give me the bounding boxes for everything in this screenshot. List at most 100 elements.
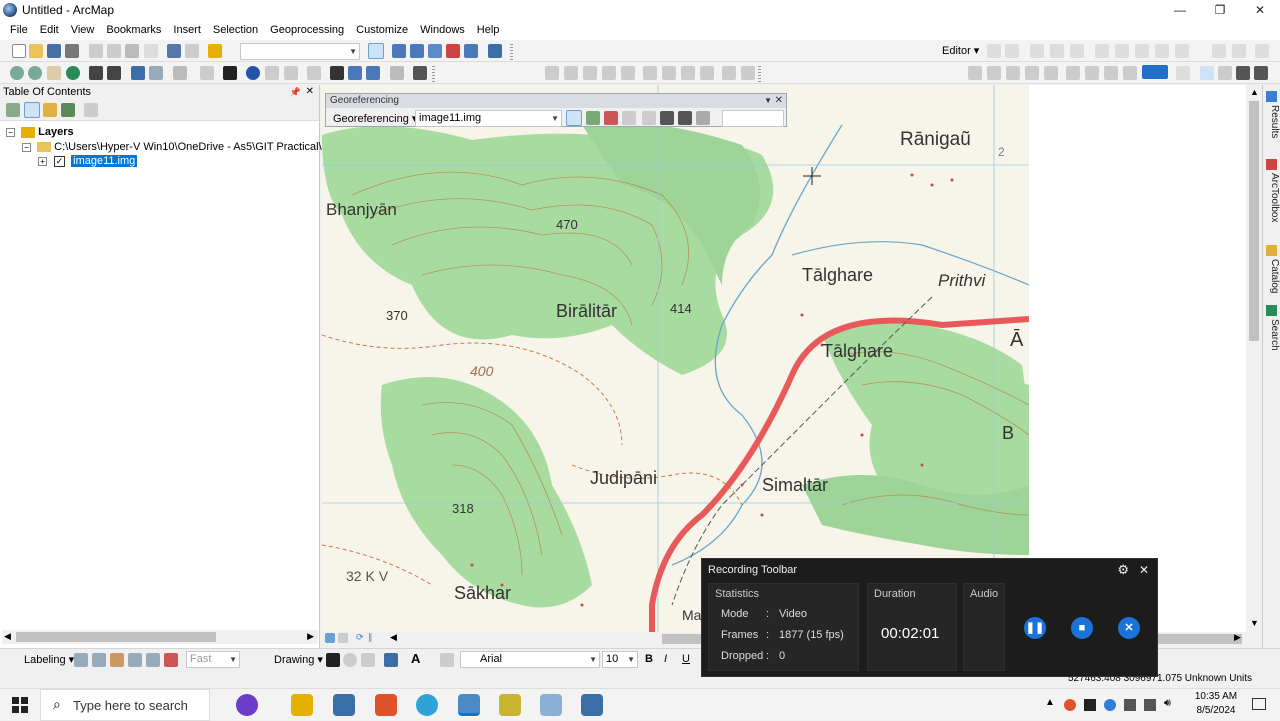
tool-c-icon[interactable] xyxy=(1006,66,1020,80)
attributes-icon[interactable] xyxy=(1135,44,1149,58)
brave-browser-icon[interactable] xyxy=(375,694,397,716)
font-family-combobox[interactable]: Arial ▼ xyxy=(460,651,600,668)
draw-select-icon[interactable] xyxy=(326,653,340,667)
sketch-properties-icon[interactable] xyxy=(1155,44,1169,58)
stop-recording-button[interactable]: ■ xyxy=(1071,617,1093,639)
folder-row[interactable]: − C:\Users\Hyper-V Win10\OneDrive - As5\… xyxy=(22,140,352,154)
editor-extra-icon[interactable] xyxy=(1212,44,1226,58)
view-unplaced-icon[interactable] xyxy=(146,653,160,667)
menu-file[interactable]: File xyxy=(4,20,34,40)
tool-g-icon[interactable] xyxy=(1085,66,1099,80)
redo-icon[interactable] xyxy=(185,44,199,58)
label-priority-icon[interactable] xyxy=(92,653,106,667)
map-view[interactable]: Rānigaũ 2 Bhanjyān 470 Tālghare Prithvi … xyxy=(322,85,1246,632)
layout-view-icon[interactable] xyxy=(325,633,335,643)
arctoolbox-tab[interactable]: ArcToolbox xyxy=(1264,157,1280,237)
fixed-zoom-in-icon[interactable] xyxy=(89,66,103,80)
view-link-table-icon[interactable] xyxy=(660,111,674,125)
toc-window-icon[interactable] xyxy=(392,44,406,58)
copy-icon[interactable] xyxy=(107,44,121,58)
draw-shape-icon[interactable] xyxy=(440,653,454,667)
clock-date[interactable]: 8/5/2024 xyxy=(1188,705,1244,716)
georef-close-icon[interactable]: ✕ xyxy=(775,94,783,108)
editor-extra2-icon[interactable] xyxy=(1232,44,1246,58)
label-manager-icon[interactable] xyxy=(74,653,88,667)
arccatalog-icon[interactable] xyxy=(540,694,562,716)
menu-view[interactable]: View xyxy=(65,20,101,40)
open-folder-icon[interactable] xyxy=(29,44,43,58)
tool-e-icon[interactable] xyxy=(1044,66,1058,80)
new-document-icon[interactable] xyxy=(12,44,26,58)
italic-button[interactable]: I xyxy=(664,653,667,665)
go-to-xy-icon[interactable] xyxy=(366,66,380,80)
tool-b-icon[interactable] xyxy=(987,66,1001,80)
add-data-icon[interactable] xyxy=(208,44,222,58)
python-icon[interactable] xyxy=(499,694,521,716)
model-builder-icon[interactable] xyxy=(488,44,502,58)
hyperlink-icon[interactable] xyxy=(265,66,279,80)
back-extent-icon[interactable] xyxy=(131,66,145,80)
find-route-icon[interactable] xyxy=(348,66,362,80)
layers-row[interactable]: − Layers xyxy=(6,125,74,139)
label-weight-icon[interactable] xyxy=(164,653,178,667)
georef-tool-10-icon[interactable] xyxy=(722,66,736,80)
split-tool-icon[interactable] xyxy=(1095,44,1109,58)
tool-l-icon[interactable] xyxy=(1236,66,1250,80)
create-features-icon[interactable] xyxy=(1175,44,1189,58)
edge-browser-icon[interactable] xyxy=(416,694,438,716)
tool-h-icon[interactable] xyxy=(1104,66,1118,80)
scroll-up-icon[interactable]: ▲ xyxy=(1250,87,1259,97)
store-icon[interactable] xyxy=(333,694,355,716)
georeferencing-menu[interactable]: Georeferencing ▾ xyxy=(333,112,417,125)
list-by-drawing-order-icon[interactable] xyxy=(6,103,20,117)
georef-tool-11-icon[interactable] xyxy=(741,66,755,80)
drawing-menu[interactable]: Drawing ▾ xyxy=(274,653,323,666)
toc-options-icon[interactable] xyxy=(84,103,98,117)
menu-help[interactable]: Help xyxy=(471,20,506,40)
lock-labels-icon[interactable] xyxy=(110,653,124,667)
collapse-icon[interactable]: − xyxy=(6,127,15,137)
pause-recording-button[interactable]: ❚❚ xyxy=(1024,617,1046,639)
hscroll-right-icon[interactable]: ▶ xyxy=(1234,632,1241,643)
search-window-icon[interactable] xyxy=(428,44,442,58)
refresh-view-icon[interactable]: ⟳ xyxy=(356,632,364,643)
list-by-visibility-icon[interactable] xyxy=(43,103,57,117)
tool-k-icon[interactable] xyxy=(1218,66,1232,80)
edit-annotation-icon[interactable] xyxy=(1005,44,1019,58)
georef-tool-7-icon[interactable] xyxy=(662,66,676,80)
full-extent-icon[interactable] xyxy=(66,66,80,80)
minimize-button[interactable]: — xyxy=(1160,0,1200,20)
georef-layer-select[interactable]: image11.img ▼ xyxy=(415,110,562,127)
select-elements-icon[interactable] xyxy=(223,66,237,80)
pause-labeling-icon[interactable] xyxy=(128,653,142,667)
tool-m-icon[interactable] xyxy=(1254,66,1268,80)
georef-tool-9-icon[interactable] xyxy=(700,66,714,80)
cut-icon[interactable] xyxy=(89,44,103,58)
georef-dropdown-icon[interactable]: ▼ xyxy=(764,94,772,108)
recording-close-icon[interactable]: ✕ xyxy=(1139,559,1149,581)
volume-icon[interactable]: 🔊︎ xyxy=(1164,697,1171,710)
toc-close-icon[interactable]: ✕ xyxy=(306,85,314,99)
view-links-icon[interactable] xyxy=(678,111,692,125)
layer-expand-icon[interactable]: + xyxy=(38,156,47,166)
pin-icon[interactable]: 📌 xyxy=(290,85,301,99)
endpoint-arc-icon[interactable] xyxy=(1050,44,1064,58)
network-icon[interactable] xyxy=(1144,699,1156,711)
hscroll-left-icon[interactable]: ◀ xyxy=(390,632,397,643)
delete-icon[interactable] xyxy=(144,44,158,58)
folder-collapse-icon[interactable]: − xyxy=(22,142,31,152)
calculator-icon[interactable] xyxy=(581,694,603,716)
layer-name[interactable]: image11.img xyxy=(71,155,138,167)
tool-f-icon[interactable] xyxy=(1066,66,1080,80)
georef-tool-8-icon[interactable] xyxy=(681,66,695,80)
results-tab[interactable]: Results xyxy=(1264,89,1280,149)
clock-time[interactable]: 10:35 AM xyxy=(1188,691,1244,702)
html-popup-icon[interactable] xyxy=(284,66,298,80)
scale-combobox[interactable]: ▼ xyxy=(240,43,360,60)
menu-edit[interactable]: Edit xyxy=(34,20,65,40)
zoom-in-icon[interactable] xyxy=(10,66,24,80)
editor-menu[interactable]: Editor ▾ xyxy=(942,44,979,57)
arcmap-taskbar-icon[interactable] xyxy=(458,694,480,716)
measure-icon[interactable] xyxy=(307,66,321,80)
layer-color-swatch[interactable] xyxy=(1142,65,1168,79)
